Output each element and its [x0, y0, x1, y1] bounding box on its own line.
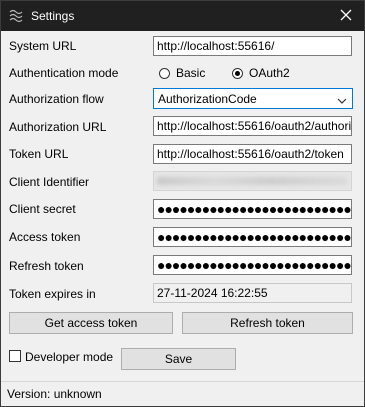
client-secret-input[interactable]: ●●●●●●●●●●●●●●●●●●●●●●●●●●●●●●●●●●●●	[153, 199, 352, 219]
refresh-token-label: Refresh token	[9, 259, 84, 273]
auth-mode-basic-radio[interactable]: Basic	[159, 66, 205, 80]
radio-basic-label: Basic	[176, 66, 206, 80]
authorization-url-label: Authorization URL	[9, 120, 107, 134]
app-icon	[8, 8, 24, 24]
save-button[interactable]: Save	[121, 348, 236, 370]
radio-basic-circle[interactable]	[159, 67, 170, 79]
chevron-down-icon[interactable]	[337, 94, 347, 108]
client-identifier-input[interactable]	[153, 171, 352, 191]
access-token-label: Access token	[9, 230, 81, 244]
window-title: Settings	[31, 9, 75, 23]
auth-flow-select[interactable]: AuthorizationCode	[153, 88, 353, 109]
close-button[interactable]	[328, 1, 364, 31]
radio-oauth2-circle[interactable]	[232, 67, 243, 79]
token-url-input[interactable]: http://localhost:55616/oauth2/token	[153, 144, 352, 164]
token-expires-value: 27-11-2024 16:22:55	[153, 283, 352, 303]
auth-mode-label: Authentication mode	[9, 66, 119, 80]
auth-flow-value: AuthorizationCode	[158, 92, 257, 106]
developer-mode-label: Developer mode	[25, 350, 114, 364]
auth-flow-label: Authorization flow	[9, 92, 104, 106]
refresh-token-button[interactable]: Refresh token	[182, 312, 353, 334]
get-access-token-button[interactable]: Get access token	[9, 312, 173, 334]
developer-mode-checkbox[interactable]	[9, 350, 21, 362]
system-url-input[interactable]: http://localhost:55616/	[153, 36, 352, 56]
client-identifier-label: Client Identifier	[9, 175, 90, 189]
auth-mode-oauth2-radio[interactable]: OAuth2	[232, 66, 290, 80]
token-url-label: Token URL	[9, 147, 69, 161]
close-icon	[340, 9, 352, 24]
version-status: Version: unknown	[7, 387, 102, 401]
system-url-label: System URL	[9, 39, 77, 53]
settings-window: Settings System URL http://localhost:556…	[0, 0, 365, 407]
token-expires-label: Token expires in	[9, 287, 96, 301]
access-token-input[interactable]: ●●●●●●●●●●●●●●●●●●●●●●●●●●●●●●●●●●●●	[153, 227, 352, 247]
title-bar[interactable]: Settings	[1, 1, 364, 31]
radio-oauth2-label: OAuth2	[249, 66, 290, 80]
status-bar: Version: unknown	[1, 381, 364, 406]
authorization-url-input[interactable]: http://localhost:55616/oauth2/authorize	[153, 116, 352, 136]
refresh-token-input[interactable]: ●●●●●●●●●●●●●●●●●●●●●●●●●●●●●●●●●●●●	[153, 255, 352, 275]
client-secret-label: Client secret	[9, 202, 76, 216]
redacted-value	[157, 177, 347, 185]
